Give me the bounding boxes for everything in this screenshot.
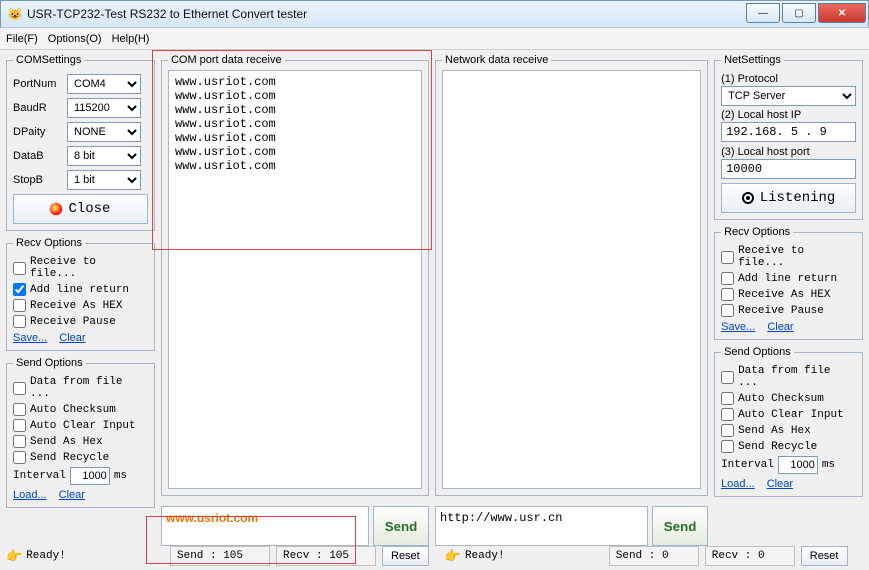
- com-settings-legend: COMSettings: [13, 54, 84, 66]
- send-clear-left[interactable]: Clear: [59, 489, 85, 501]
- menu-bar: File(F) Options(O) Help(H): [0, 28, 869, 50]
- send-count-right: Send : 0: [609, 546, 699, 566]
- portnum-label: PortNum: [13, 78, 63, 90]
- record-icon: [50, 203, 62, 215]
- send-recycle-right[interactable]: Send Recycle: [721, 440, 856, 453]
- recv-pause-left[interactable]: Receive Pause: [13, 315, 148, 328]
- send-load-right[interactable]: Load...: [721, 478, 755, 490]
- listening-button[interactable]: Listening: [721, 183, 856, 213]
- send-as-hex-right[interactable]: Send As Hex: [721, 424, 856, 437]
- net-send-input[interactable]: http://www.usr.cn: [435, 506, 648, 546]
- parity-label: DPaity: [13, 126, 63, 138]
- recv-options-right: Recv Options Receive to file... Add line…: [714, 226, 863, 340]
- baud-select[interactable]: 115200: [67, 98, 141, 118]
- reset-right[interactable]: Reset: [801, 546, 848, 566]
- protocol-select[interactable]: TCP Server: [721, 86, 856, 106]
- net-receive-box[interactable]: [442, 70, 701, 489]
- net-receive-group: Network data receive: [435, 54, 708, 496]
- net-settings-group: NetSettings (1) Protocol TCP Server (2) …: [714, 54, 863, 220]
- ready-right: Ready!: [465, 550, 505, 562]
- stopb-label: StopB: [13, 174, 63, 186]
- recv-clear-left[interactable]: Clear: [59, 332, 85, 344]
- send-as-hex-left[interactable]: Send As Hex: [13, 435, 148, 448]
- data-from-file-right[interactable]: Data from file ...: [721, 365, 856, 389]
- recv-to-file-left[interactable]: Receive to file...: [13, 256, 148, 280]
- recv-as-hex-left[interactable]: Receive As HEX: [13, 299, 148, 312]
- reset-left[interactable]: Reset: [382, 546, 429, 566]
- send-recycle-left[interactable]: Send Recycle: [13, 451, 148, 464]
- local-port-field[interactable]: 10000: [721, 159, 856, 179]
- maximize-button[interactable]: ▢: [782, 3, 816, 23]
- data-from-file-left[interactable]: Data from file ...: [13, 376, 148, 400]
- app-icon: 😺: [7, 6, 23, 22]
- recv-options-left: Recv Options Receive to file... Add line…: [6, 237, 155, 351]
- com-receive-box[interactable]: www.usriot.com www.usriot.com www.usriot…: [168, 70, 422, 489]
- com-receive-group: COM port data receive www.usriot.com www…: [161, 54, 429, 496]
- send-clear-right[interactable]: Clear: [767, 478, 793, 490]
- add-line-return-right[interactable]: Add line return: [721, 272, 856, 285]
- local-ip-field[interactable]: 192.168. 5 . 9: [721, 122, 856, 142]
- portnum-select[interactable]: COM4: [67, 74, 141, 94]
- auto-clear-input-right[interactable]: Auto Clear Input: [721, 408, 856, 421]
- interval-input-left[interactable]: [70, 467, 110, 485]
- recv-count-left: Recv : 105: [276, 546, 376, 566]
- auto-checksum-left[interactable]: Auto Checksum: [13, 403, 148, 416]
- menu-file[interactable]: File(F): [6, 33, 38, 45]
- minimize-button[interactable]: —: [746, 3, 780, 23]
- recv-pause-right[interactable]: Receive Pause: [721, 304, 856, 317]
- interval-input-right[interactable]: [778, 456, 818, 474]
- send-count-left: Send : 105: [170, 546, 270, 566]
- com-send-input[interactable]: www.usriot.com: [161, 506, 369, 546]
- recv-save-right[interactable]: Save...: [721, 321, 755, 333]
- title-bar: 😺 USR-TCP232-Test RS232 to Ethernet Conv…: [0, 0, 869, 28]
- auto-clear-input-left[interactable]: Auto Clear Input: [13, 419, 148, 432]
- send-options-left: Send Options Data from file ... Auto Che…: [6, 357, 155, 508]
- window-title: USR-TCP232-Test RS232 to Ethernet Conver…: [27, 7, 746, 21]
- datab-label: DataB: [13, 150, 63, 162]
- ready-icon: 👉: [445, 549, 461, 564]
- menu-options[interactable]: Options(O): [48, 33, 102, 45]
- recv-as-hex-right[interactable]: Receive As HEX: [721, 288, 856, 301]
- net-send-button[interactable]: Send: [652, 506, 708, 546]
- com-send-button[interactable]: Send: [373, 506, 429, 546]
- ready-icon: 👉: [6, 549, 22, 564]
- com-close-button[interactable]: Close: [13, 194, 148, 224]
- recv-save-left[interactable]: Save...: [13, 332, 47, 344]
- send-options-right: Send Options Data from file ... Auto Che…: [714, 346, 863, 497]
- stopb-select[interactable]: 1 bit: [67, 170, 141, 190]
- listening-icon: [742, 192, 754, 204]
- recv-count-right: Recv : 0: [705, 546, 795, 566]
- send-load-left[interactable]: Load...: [13, 489, 47, 501]
- recv-to-file-right[interactable]: Receive to file...: [721, 245, 856, 269]
- auto-checksum-right[interactable]: Auto Checksum: [721, 392, 856, 405]
- status-bar: 👉 Ready! Send : 105 Recv : 105 Reset 👉 Rea…: [0, 546, 869, 568]
- recv-clear-right[interactable]: Clear: [767, 321, 793, 333]
- ready-left: Ready!: [26, 550, 66, 562]
- datab-select[interactable]: 8 bit: [67, 146, 141, 166]
- close-window-button[interactable]: ✕: [818, 3, 866, 23]
- add-line-return-left[interactable]: Add line return: [13, 283, 148, 296]
- baud-label: BaudR: [13, 102, 63, 114]
- menu-help[interactable]: Help(H): [112, 33, 150, 45]
- parity-select[interactable]: NONE: [67, 122, 141, 142]
- com-settings-group: COMSettings PortNum COM4 BaudR 115200 DPai…: [6, 54, 155, 231]
